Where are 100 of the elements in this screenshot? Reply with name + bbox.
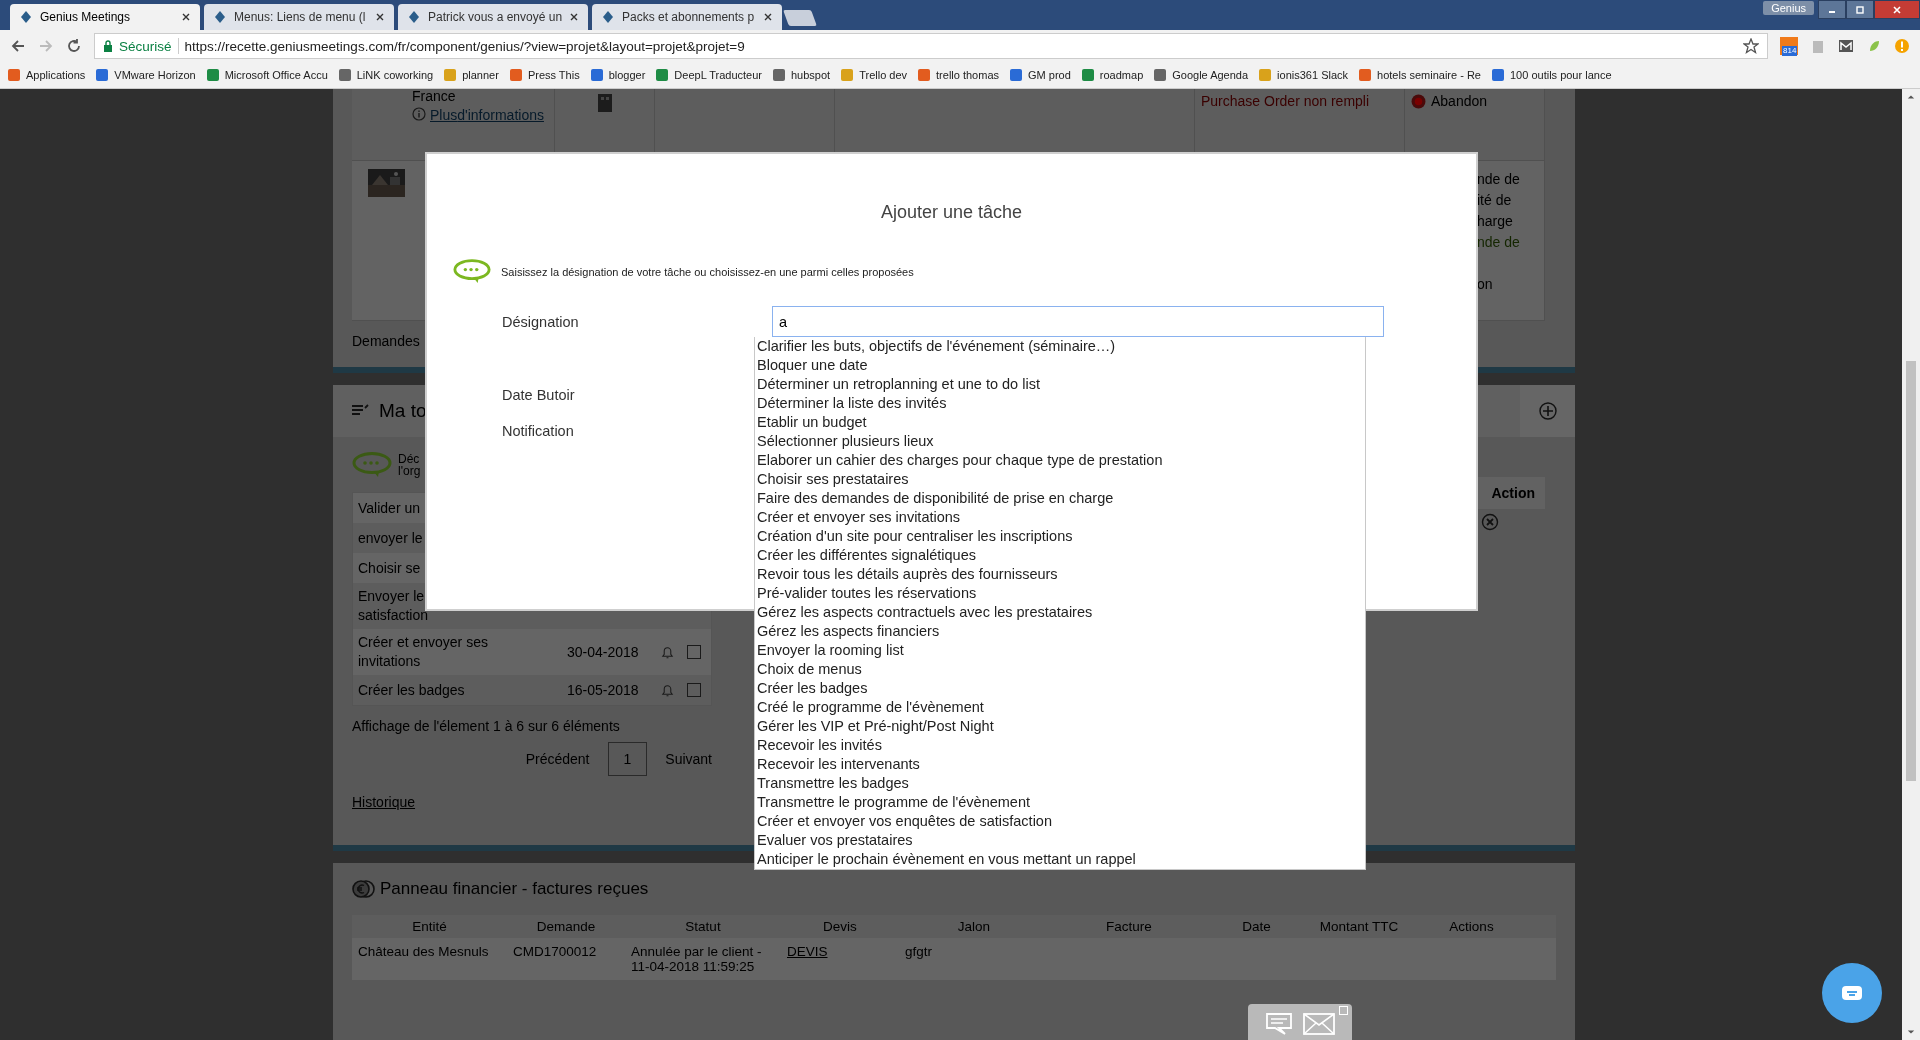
suggestion-item[interactable]: Déterminer un retroplanning et une to do list: [755, 375, 1365, 394]
field-label: Notification: [502, 423, 575, 439]
column-header: Facture: [1105, 919, 1153, 934]
suggestion-item[interactable]: Recevoir les invités: [755, 736, 1365, 755]
suggestion-item[interactable]: Créer les différentes signalétiques: [755, 546, 1365, 565]
bell-icon[interactable]: [659, 644, 675, 660]
suggestion-item[interactable]: Création d'un site pour centraliser les inscriptions: [755, 527, 1365, 546]
suggestion-item[interactable]: Déterminer la liste des invités: [755, 394, 1365, 413]
bookmark-item[interactable]: blogger: [590, 69, 646, 81]
browser-tab[interactable]: Menus: Liens de menu (l: [204, 4, 394, 30]
suggestion-item[interactable]: Envoyer la rooming list: [755, 641, 1365, 660]
add-tab[interactable]: [1520, 385, 1575, 437]
bookmark-item[interactable]: GM prod: [1010, 69, 1071, 81]
bell-icon[interactable]: [659, 682, 675, 698]
scroll-down-icon[interactable]: [1907, 1028, 1915, 1036]
suggestion-item[interactable]: Créer et envoyer vos enquêtes de satisfaction: [755, 812, 1365, 831]
bookmark-item[interactable]: trello thomas: [918, 69, 1000, 81]
add-icon[interactable]: [1538, 402, 1557, 420]
suggestion-item[interactable]: Faire des demandes de disponibilité de prise en charge: [755, 489, 1365, 508]
diamond-icon: [20, 11, 32, 23]
bookmark-item[interactable]: LiNK coworking: [338, 69, 434, 81]
designation-field[interactable]: a: [772, 306, 1384, 337]
column-header: Demande: [535, 919, 597, 934]
scrollbar-thumb[interactable]: [1906, 361, 1916, 781]
suggestion-item[interactable]: Clarifier les buts, objectifs de l'événement (séminaire…): [755, 337, 1365, 356]
field-label: Date Butoir: [502, 387, 576, 403]
suggestion-item[interactable]: Etablir un budget: [755, 413, 1365, 432]
diamond-icon: [214, 11, 226, 23]
column-header: Jalon: [956, 919, 992, 934]
bookmark-item[interactable]: 100 outils pour lance: [1492, 69, 1612, 81]
bookmark-item[interactable]: Microsoft Office Accu: [206, 69, 328, 81]
browser-tab[interactable]: Packs et abonnements p: [592, 4, 782, 30]
task-name: Choisir se: [357, 558, 422, 578]
scrollbar[interactable]: [1902, 89, 1920, 1040]
checkbox[interactable]: [687, 683, 701, 697]
suggestion-item[interactable]: Sélectionner plusieurs lieux: [755, 432, 1365, 451]
bookmark-item[interactable]: Google Agenda: [1154, 69, 1249, 81]
star-icon[interactable]: [1743, 38, 1759, 54]
suggestion-item[interactable]: Créer et envoyer ses invitations: [755, 508, 1365, 527]
intro-text: Déc l'org: [398, 452, 421, 477]
close-icon[interactable]: [182, 13, 190, 21]
suggestion-item[interactable]: Créer les badges: [755, 679, 1365, 698]
diamond-icon: [408, 11, 420, 23]
suggestion-item[interactable]: Transmettre le programme de l'évènement: [755, 793, 1365, 812]
cell-text: nde de: [1477, 233, 1521, 252]
pagination-summary: Affichage de l'élement 1 à 6 sur 6 éléments: [352, 718, 621, 734]
chat-button[interactable]: [1822, 963, 1882, 1023]
bookmark-item[interactable]: ionis361 Slack: [1259, 69, 1349, 81]
bookmark-item[interactable]: planner: [444, 69, 499, 81]
cell-text: on: [1477, 275, 1494, 294]
panel-title: Panneau financier - factures reçues: [380, 879, 649, 899]
suggestion-item[interactable]: Créé le programme de l'évènement: [755, 698, 1365, 717]
dialog-title: Ajouter une tâche: [879, 202, 1024, 223]
building-icon: [596, 93, 613, 113]
speech-bubble-icon: [453, 259, 491, 284]
scroll-up-icon[interactable]: [1907, 93, 1915, 101]
task-name: Envoyer le satisfaction: [357, 587, 430, 625]
suggestion-item[interactable]: Choix de menus: [755, 660, 1365, 679]
suggestion-item[interactable]: Anticiper le prochain évènement en vous mettant un rappel: [755, 850, 1365, 869]
rss-extension-icon[interactable]: 814: [1780, 37, 1798, 55]
close-button[interactable]: [1874, 0, 1920, 19]
close-icon[interactable]: [764, 13, 772, 21]
bookmark-item[interactable]: VMware Horizon: [96, 69, 196, 81]
suggestion-item[interactable]: Gérez les aspects contractuels avec les prestataires: [755, 603, 1365, 622]
bookmark-item[interactable]: Applications: [8, 69, 86, 81]
suggestion-item[interactable]: Gérez les aspects financiers: [755, 622, 1365, 641]
new-tab-button[interactable]: [783, 10, 817, 26]
minimize-button[interactable]: [1818, 0, 1846, 19]
suggestion-item[interactable]: Transmettre les badges: [755, 774, 1365, 793]
bookmark-item[interactable]: Press This: [509, 69, 580, 81]
close-icon[interactable]: [376, 13, 384, 21]
suggestion-item[interactable]: Pré-valider toutes les réservations: [755, 584, 1365, 603]
bookmark-item[interactable]: DeepL Traducteur: [656, 69, 762, 81]
bookmark-item[interactable]: hotels seminaire - Re: [1359, 69, 1481, 81]
suggestion-item[interactable]: Elaborer un cahier des charges pour chaque type de prestation: [755, 451, 1365, 470]
back-icon[interactable]: [10, 38, 26, 54]
maximize-button[interactable]: [1846, 0, 1874, 19]
column-header: Statut: [684, 919, 722, 934]
suggestion-item[interactable]: Bloquer une date: [755, 356, 1365, 375]
reload-icon[interactable]: [66, 38, 82, 54]
quote-link[interactable]: DEVIS: [787, 944, 899, 959]
coins-icon: [352, 879, 376, 899]
suggestion-item[interactable]: Gérer les VIP et Pré-night/Post Night: [755, 717, 1365, 736]
bookmark-item[interactable]: roadmap: [1081, 69, 1144, 81]
mail-extension-icon[interactable]: [1838, 38, 1854, 54]
browser-tab[interactable]: Genius Meetings: [10, 4, 200, 30]
suggestion-item[interactable]: Recevoir les intervenants: [755, 755, 1365, 774]
browser-tab[interactable]: Patrick vous a envoyé un: [398, 4, 588, 30]
close-icon[interactable]: [570, 13, 578, 21]
column-header: Date: [1241, 919, 1272, 934]
maximize-icon[interactable]: [1855, 4, 1865, 15]
clipboard-icon[interactable]: [1810, 38, 1826, 54]
bookmark-item[interactable]: Trello dev: [841, 69, 908, 81]
suggestion-item[interactable]: Choisir ses prestataires: [755, 470, 1365, 489]
suggestion-item[interactable]: Revoir tous les détails auprès des fournisseurs: [755, 565, 1365, 584]
task-date: 16-05-2018: [566, 682, 640, 698]
suggestion-item[interactable]: Evaluer vos prestataires: [755, 831, 1365, 850]
bookmark-item[interactable]: hubspot: [773, 69, 831, 81]
checkbox[interactable]: [687, 645, 701, 659]
address-field[interactable]: Sécurisé https://recette.geniusmeetings.com/fr/component/genius/?view=projet&layout=projet&projet=9: [94, 33, 1768, 59]
